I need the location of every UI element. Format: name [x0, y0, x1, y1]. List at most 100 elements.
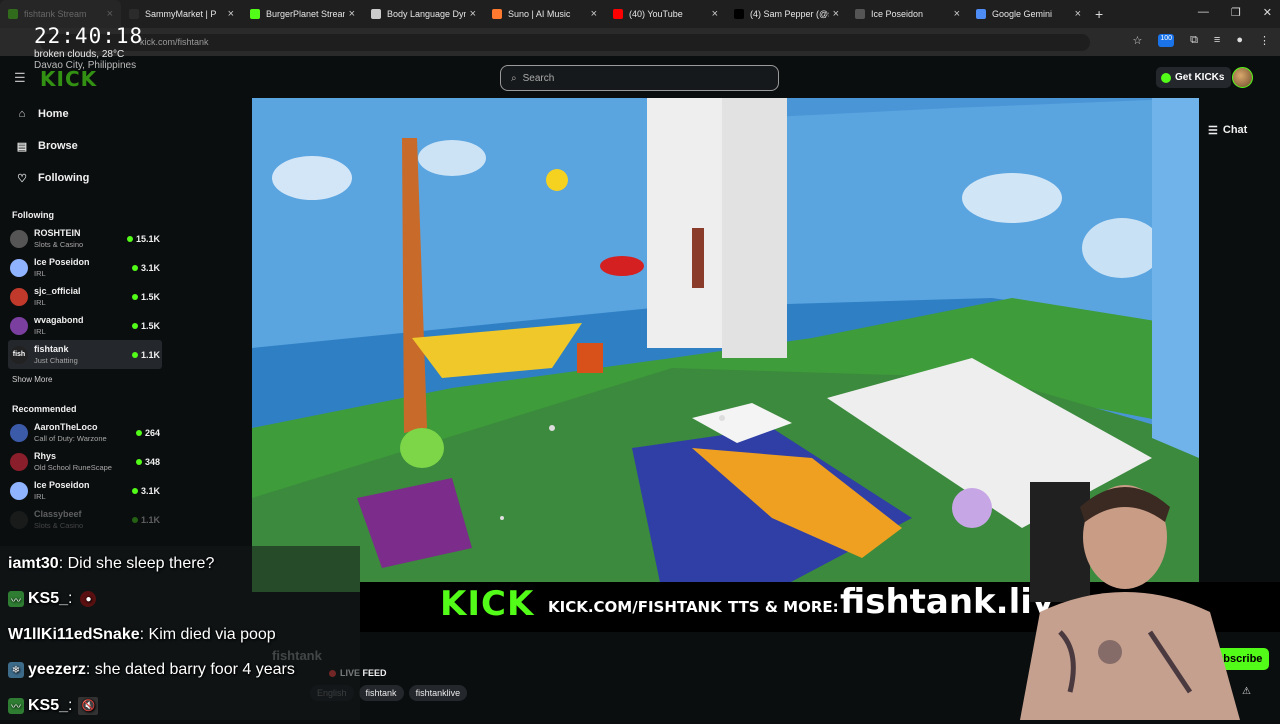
stream-tag[interactable]: fishtank	[358, 685, 404, 701]
viewer-count: 1.1K	[140, 349, 160, 360]
extensions-icon[interactable]: ⧉	[1190, 34, 1198, 47]
tab-close-icon[interactable]: ×	[833, 8, 839, 20]
tab-close-icon[interactable]: ×	[470, 8, 476, 20]
tab-title: (4) Sam Pepper (@sa	[750, 9, 829, 19]
banner-kick-logo: KICK	[440, 584, 535, 624]
tab-close-icon[interactable]: ×	[349, 8, 355, 20]
browse-icon: ▤	[16, 140, 28, 153]
sidebar-channel[interactable]: sjc_official IRL 1.5K	[0, 282, 170, 311]
chat-text: : Did she sleep there?	[58, 554, 215, 572]
get-kicks-button[interactable]: Get KICKs	[1156, 67, 1232, 88]
sidebar-channel[interactable]: Ice Poseidon IRL 3.1K	[0, 476, 170, 505]
menu-hamburger-icon[interactable]: ☰	[14, 70, 26, 86]
search-placeholder: Search	[522, 72, 555, 84]
chat-button-label: Chat	[1222, 124, 1248, 136]
tab-close-icon[interactable]: ×	[591, 8, 597, 20]
chat-text: :	[68, 696, 73, 714]
browser-tab[interactable]: (4) Sam Pepper (@sa ×	[726, 0, 847, 28]
chat-message: 〰 KS5_: ●	[0, 582, 360, 618]
tab-favicon-icon	[855, 9, 865, 19]
new-tab-button[interactable]: +	[1095, 6, 1103, 22]
tab-close-icon[interactable]: ×	[1075, 8, 1081, 20]
sidebar-nav-browse[interactable]: ▤ Browse	[0, 130, 170, 162]
sidebar-channel[interactable]: fish fishtank Just Chatting 1.1K	[8, 340, 162, 369]
channel-avatar: fish	[10, 345, 28, 364]
tab-title: Ice Poseidon	[871, 9, 924, 19]
channel-avatar	[10, 316, 28, 335]
bookmark-star-icon[interactable]: ☆	[1133, 34, 1143, 47]
chat-username[interactable]: KS5_	[28, 697, 68, 715]
tab-close-icon[interactable]: ×	[107, 8, 113, 20]
channel-name: AaronTheLoco	[34, 421, 98, 432]
sidebar-channel[interactable]: Ice Poseidon IRL 3.1K	[0, 253, 170, 282]
sidebar-nav-following[interactable]: ♡ Following	[0, 162, 170, 194]
mute-icon[interactable]: 🔇	[78, 696, 99, 715]
reading-list-icon[interactable]: ≡	[1214, 34, 1220, 47]
live-indicator-icon	[131, 322, 138, 329]
live-indicator-icon	[131, 487, 138, 494]
channel-category: IRL	[34, 491, 46, 501]
webcam-image	[1020, 482, 1240, 720]
clock-time: 22:40:18	[34, 24, 144, 48]
channel-avatar	[10, 452, 28, 471]
url-field[interactable]: kick.com/fishtank	[40, 34, 1090, 51]
browser-tab[interactable]: Body Language Dyna ×	[363, 0, 484, 28]
viewer-count: 1.1K	[140, 514, 160, 525]
channel-category: Old School RuneScape	[34, 462, 112, 472]
search-input[interactable]: ⌕ Search	[500, 65, 779, 91]
chat-text: : Kim died via poop	[139, 625, 276, 643]
browser-tab[interactable]: Ice Poseidon ×	[847, 0, 968, 28]
stream-tag[interactable]: fishtanklive	[408, 685, 468, 701]
minimize-icon[interactable]: —	[1198, 6, 1209, 19]
show-more-link[interactable]: Show More	[0, 372, 170, 388]
channel-viewers: 15.1K	[126, 234, 160, 244]
chat-username[interactable]: iamt30	[8, 555, 59, 573]
tab-favicon-icon	[250, 9, 260, 19]
browser-menu-icon[interactable]: ⋮	[1259, 34, 1270, 47]
channel-name: Classybeef	[34, 508, 82, 519]
channel-avatar	[10, 287, 28, 306]
channel-name: ROSHTEIN	[34, 227, 81, 238]
close-window-icon[interactable]: ✕	[1263, 6, 1272, 19]
channel-avatar	[10, 229, 28, 248]
open-chat-button[interactable]: ☰ Chat	[1208, 120, 1247, 140]
chat-emote-icon: ●	[80, 591, 97, 608]
browser-tab[interactable]: BurgerPlanet Stream ×	[242, 0, 363, 28]
get-kicks-label: Get KICKs	[1175, 72, 1225, 83]
chat-message: iamt30: Did she sleep there?	[0, 546, 360, 582]
chat-message: W1llKi11edSnake: Kim died via poop	[0, 617, 360, 653]
sidebar-nav-home[interactable]: ⌂ Home	[0, 98, 170, 130]
channel-info: sjc_official IRL	[34, 286, 126, 308]
restore-icon[interactable]: ❐	[1231, 6, 1241, 19]
sidebar-channel[interactable]: Classybeef Slots & Casino 1.1K	[0, 505, 170, 534]
tab-close-icon[interactable]: ×	[228, 8, 234, 20]
sidebar-channel[interactable]: ROSHTEIN Slots & Casino 15.1K	[0, 224, 170, 253]
sidebar-channel[interactable]: AaronTheLoco Call of Duty: Warzone 264	[0, 418, 170, 447]
tab-close-icon[interactable]: ×	[954, 8, 960, 20]
user-avatar[interactable]	[1232, 67, 1253, 88]
home-icon: ⌂	[18, 108, 26, 120]
channel-info: wvagabond IRL	[34, 315, 126, 337]
tab-favicon-icon	[371, 9, 381, 19]
channel-avatar	[10, 510, 28, 529]
browser-tab[interactable]: (40) YouTube ×	[605, 0, 726, 28]
channel-name: sjc_official	[34, 285, 81, 296]
chat-username[interactable]: yeezerz	[28, 661, 86, 679]
tab-close-icon[interactable]: ×	[712, 8, 718, 20]
chat-username[interactable]: W1llKi11edSnake	[8, 626, 140, 644]
browser-tab[interactable]: Suno | AI Music ×	[484, 0, 605, 28]
chat-toggle-icon: ☰	[1208, 124, 1218, 137]
sidebar-nav-label: Following	[38, 172, 90, 184]
snake-badge-icon: 〰	[8, 697, 24, 714]
live-indicator-icon	[135, 458, 142, 465]
channel-category: IRL	[34, 268, 46, 278]
chat-username[interactable]: KS5_	[28, 590, 68, 608]
channel-info: fishtank Just Chatting	[34, 344, 126, 366]
sidebar-channel[interactable]: wvagabond IRL 1.5K	[0, 311, 170, 340]
browser-tab[interactable]: Google Gemini ×	[968, 0, 1089, 28]
sidebar-channel[interactable]: Rhys Old School RuneScape 348	[0, 447, 170, 476]
recommended-list: AaronTheLoco Call of Duty: Warzone 264 Rhys…	[0, 418, 170, 534]
extension-badge[interactable]: 100	[1158, 34, 1175, 47]
profile-icon[interactable]: ●	[1236, 34, 1243, 47]
clock-overlay: 22:40:18 broken clouds, 28°C Davao City,…	[34, 24, 143, 71]
